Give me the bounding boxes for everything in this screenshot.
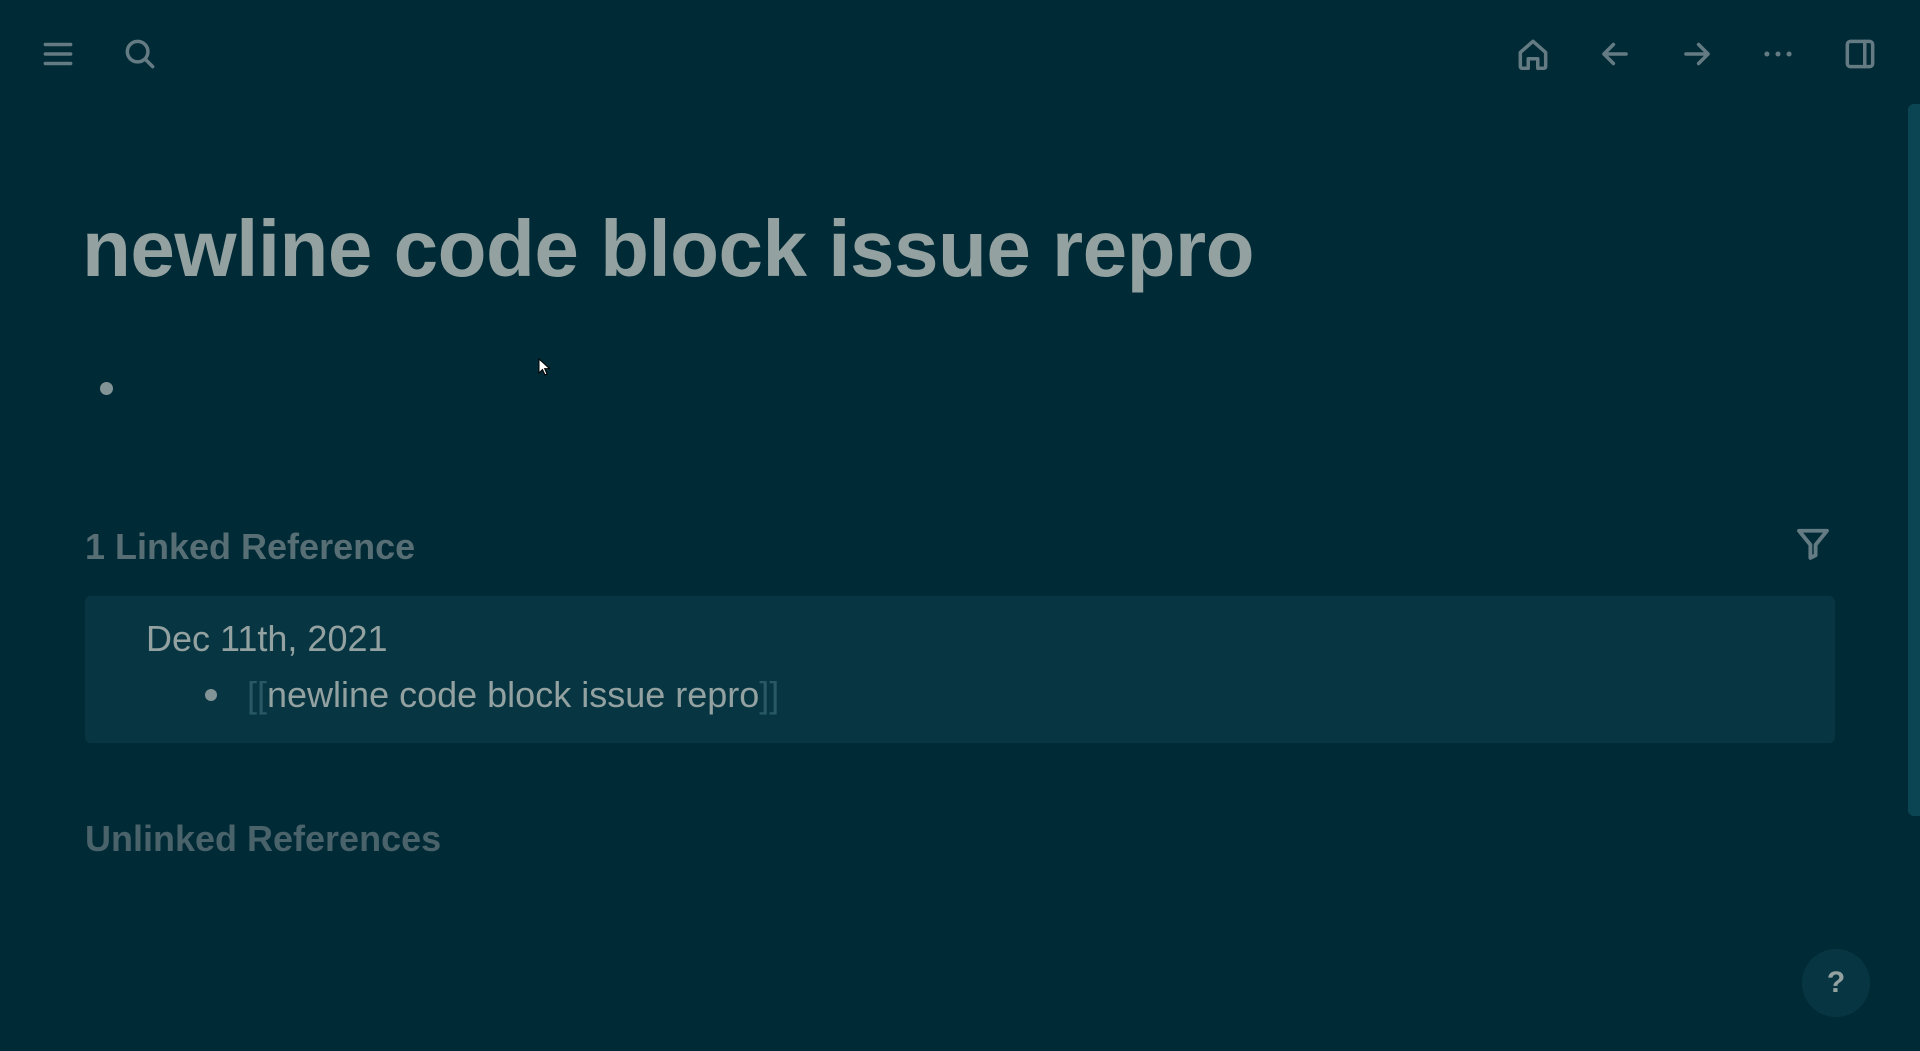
more-button[interactable] xyxy=(1754,30,1802,78)
app-window: newline code block issue repro 1 Linked … xyxy=(0,0,1920,1051)
search-button[interactable] xyxy=(116,30,164,78)
mouse-cursor-icon xyxy=(538,358,551,376)
scrollbar[interactable] xyxy=(1908,104,1920,816)
linked-references-heading[interactable]: 1 Linked Reference xyxy=(85,526,415,568)
arrow-right-icon xyxy=(1684,42,1710,66)
back-button[interactable] xyxy=(1591,30,1639,78)
filter-button[interactable] xyxy=(1790,520,1836,566)
help-button[interactable]: ? xyxy=(1802,949,1870,1017)
block-bullet[interactable] xyxy=(205,689,217,701)
filter-icon xyxy=(1797,528,1829,560)
toggle-right-sidebar-button[interactable] xyxy=(1836,30,1884,78)
top-toolbar xyxy=(0,0,1920,108)
forward-button[interactable] xyxy=(1673,30,1721,78)
menu-button[interactable] xyxy=(34,30,82,78)
close-bracket: ]] xyxy=(759,674,780,715)
home-button[interactable] xyxy=(1509,30,1557,78)
open-bracket: [[ xyxy=(247,674,268,715)
arrow-left-icon xyxy=(1602,42,1628,66)
empty-block[interactable] xyxy=(100,382,700,422)
page-title[interactable]: newline code block issue repro xyxy=(82,203,1255,295)
search-icon xyxy=(125,39,155,69)
home-icon xyxy=(1518,39,1548,70)
block-bullet[interactable] xyxy=(100,382,113,395)
sidebar-toggle-icon xyxy=(1845,39,1875,69)
reference-page-link[interactable]: Dec 11th, 2021 xyxy=(146,618,388,660)
unlinked-references-heading[interactable]: Unlinked References xyxy=(85,818,441,860)
linked-reference-card: Dec 11th, 2021 [[ newline code block iss… xyxy=(85,596,1835,743)
more-icon xyxy=(1764,51,1792,57)
page-reference-link[interactable]: newline code block issue repro xyxy=(267,674,759,716)
reference-block[interactable]: [[ newline code block issue repro ]] xyxy=(205,673,779,717)
menu-icon xyxy=(43,42,73,66)
